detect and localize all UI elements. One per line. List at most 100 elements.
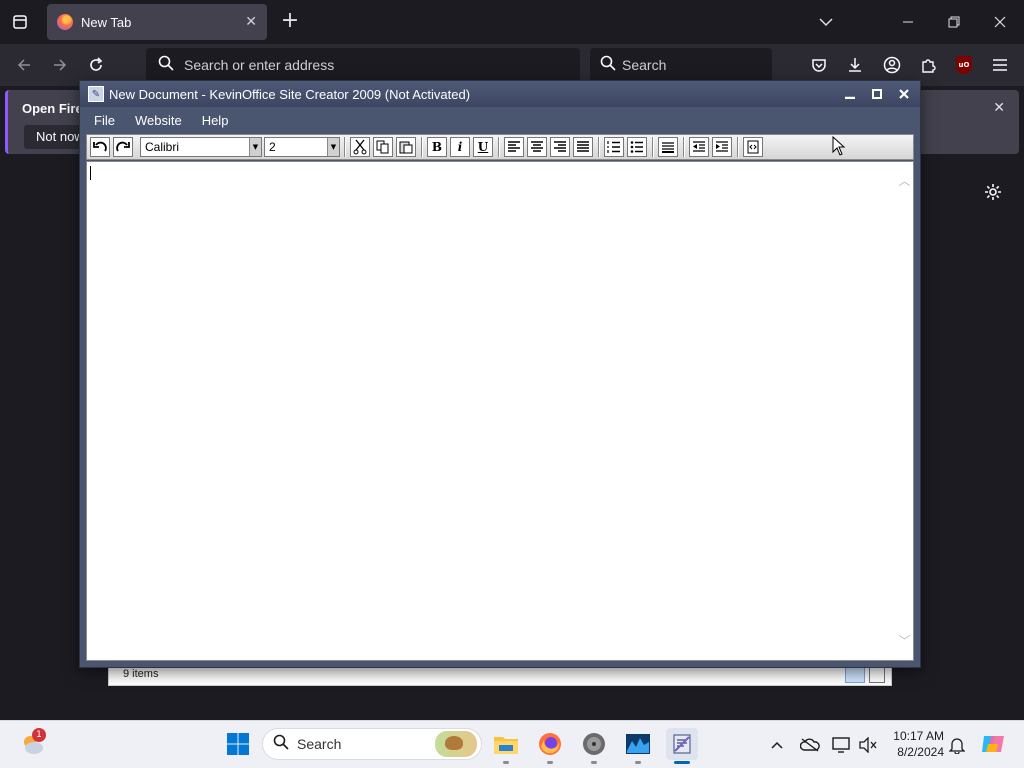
disc-utility-icon[interactable] bbox=[578, 728, 610, 764]
running-indicator bbox=[635, 761, 641, 764]
search-icon bbox=[158, 55, 174, 75]
search-bar[interactable] bbox=[590, 48, 772, 82]
close-icon[interactable] bbox=[894, 85, 914, 103]
format-toolbar: Calibri ▼ 2 ▼ B i U bbox=[86, 134, 914, 160]
minimize-icon[interactable] bbox=[840, 85, 860, 103]
notification-bell-icon[interactable] bbox=[946, 734, 968, 756]
align-center-icon[interactable] bbox=[527, 137, 547, 157]
menu-icon[interactable] bbox=[987, 52, 1013, 78]
document-editor[interactable]: ︿ ﹀ bbox=[86, 161, 914, 661]
bullet-list-icon[interactable] bbox=[627, 137, 647, 157]
align-right-icon[interactable] bbox=[550, 137, 570, 157]
start-windows-icon[interactable] bbox=[222, 728, 254, 760]
search-highlight-image bbox=[435, 731, 477, 757]
toolbar-divider bbox=[498, 137, 500, 157]
network-display-icon[interactable] bbox=[830, 734, 852, 756]
numbered-list-icon[interactable] bbox=[604, 137, 624, 157]
font-size-select[interactable]: 2 ▼ bbox=[264, 137, 340, 157]
bold-button[interactable]: B bbox=[427, 137, 447, 157]
editor-content[interactable] bbox=[87, 162, 897, 660]
address-bar[interactable] bbox=[146, 48, 580, 82]
reload-icon[interactable] bbox=[84, 53, 108, 77]
maximize-icon[interactable] bbox=[867, 85, 887, 103]
firefox-view-icon[interactable] bbox=[8, 10, 32, 34]
justify-icon[interactable] bbox=[573, 137, 593, 157]
running-indicator bbox=[591, 761, 597, 764]
close-window-icon[interactable] bbox=[988, 10, 1012, 34]
account-icon[interactable] bbox=[879, 52, 905, 78]
active-indicator bbox=[674, 761, 690, 764]
onedrive-offline-icon[interactable] bbox=[799, 734, 821, 756]
toolbar-divider bbox=[683, 137, 685, 157]
outdent-icon[interactable] bbox=[689, 137, 709, 157]
kevinoffice-taskbar-icon[interactable] bbox=[666, 728, 698, 764]
underline-button[interactable]: U bbox=[473, 137, 493, 157]
paste-icon[interactable] bbox=[396, 137, 416, 157]
ublock-origin-icon[interactable]: uO bbox=[951, 52, 977, 78]
item-count: 9 items bbox=[123, 668, 159, 680]
file-explorer-icon[interactable] bbox=[490, 728, 522, 764]
vertical-scrollbar[interactable]: ︿ ﹀ bbox=[896, 162, 913, 660]
browser-tab-bar: New Tab ✕ + bbox=[0, 0, 1024, 44]
notification-title: Open Firef bbox=[22, 101, 88, 116]
taskbar-search[interactable]: Search bbox=[262, 728, 482, 760]
new-tab-button[interactable]: + bbox=[278, 10, 302, 34]
italic-button[interactable]: i bbox=[450, 137, 470, 157]
menu-help[interactable]: Help bbox=[202, 113, 229, 128]
activity-monitor-icon[interactable] bbox=[622, 728, 654, 764]
close-tab-icon[interactable]: ✕ bbox=[245, 14, 257, 30]
mouse-pointer-icon bbox=[832, 136, 846, 156]
search-input[interactable] bbox=[622, 57, 752, 73]
menu-file[interactable]: File bbox=[94, 113, 115, 128]
chevron-down-icon[interactable]: ▼ bbox=[327, 138, 339, 156]
running-indicator bbox=[547, 761, 553, 764]
volume-muted-icon[interactable] bbox=[857, 734, 879, 756]
toolbar-divider bbox=[421, 137, 423, 157]
minimize-window-icon[interactable] bbox=[896, 10, 920, 34]
redo-icon[interactable] bbox=[113, 137, 133, 157]
settings-gear-icon[interactable] bbox=[982, 181, 1004, 203]
window-title-bar[interactable]: ✎ New Document - KevinOffice Site Creato… bbox=[80, 81, 920, 107]
details-view-icon[interactable] bbox=[845, 667, 865, 683]
tab-new-tab[interactable]: New Tab ✕ bbox=[47, 4, 267, 40]
clock-date: 8/2/2024 bbox=[897, 745, 944, 759]
toolbar-divider bbox=[652, 137, 654, 157]
scroll-up-icon[interactable]: ︿ bbox=[898, 174, 911, 188]
back-icon[interactable] bbox=[12, 53, 36, 77]
close-notification-icon[interactable]: ✕ bbox=[993, 100, 1005, 116]
undo-icon[interactable] bbox=[90, 137, 110, 157]
align-left-icon[interactable] bbox=[504, 137, 524, 157]
clock-time: 10:17 AM bbox=[893, 729, 944, 743]
copilot-icon[interactable] bbox=[980, 731, 1006, 757]
firefox-logo-icon bbox=[57, 14, 73, 30]
pocket-icon[interactable] bbox=[806, 52, 832, 78]
toolbar-divider bbox=[737, 137, 739, 157]
address-input[interactable] bbox=[184, 57, 564, 73]
show-hidden-icons-icon[interactable] bbox=[766, 734, 788, 756]
kevinoffice-window: ✎ New Document - KevinOffice Site Creato… bbox=[79, 80, 921, 668]
text-caret bbox=[90, 166, 91, 180]
running-indicator bbox=[503, 761, 509, 764]
cut-icon[interactable] bbox=[350, 137, 370, 157]
scroll-down-icon[interactable]: ﹀ bbox=[898, 634, 911, 648]
restore-window-icon[interactable] bbox=[942, 10, 966, 34]
download-icon[interactable] bbox=[842, 52, 868, 78]
chevron-down-icon[interactable]: ▼ bbox=[249, 138, 261, 156]
tiles-view-icon[interactable] bbox=[869, 667, 885, 683]
system-clock[interactable]: 10:17 AM 8/2/2024 bbox=[886, 728, 944, 760]
toolbar-divider bbox=[598, 137, 600, 157]
list-tabs-icon[interactable] bbox=[814, 10, 838, 34]
horizontal-rule-icon[interactable] bbox=[658, 137, 678, 157]
tab-title: New Tab bbox=[81, 14, 132, 30]
forward-icon[interactable] bbox=[48, 53, 72, 77]
copy-icon[interactable] bbox=[373, 137, 393, 157]
firefox-taskbar-icon[interactable] bbox=[534, 728, 566, 764]
menu-bar: File Website Help bbox=[80, 107, 920, 133]
extensions-icon[interactable] bbox=[915, 52, 941, 78]
window-title: New Document - KevinOffice Site Creator … bbox=[109, 86, 471, 102]
font-family-select[interactable]: Calibri ▼ bbox=[140, 137, 262, 157]
indent-icon[interactable] bbox=[712, 137, 732, 157]
html-source-icon[interactable] bbox=[743, 137, 763, 157]
menu-website[interactable]: Website bbox=[135, 113, 182, 128]
toolbar-divider bbox=[344, 137, 346, 157]
